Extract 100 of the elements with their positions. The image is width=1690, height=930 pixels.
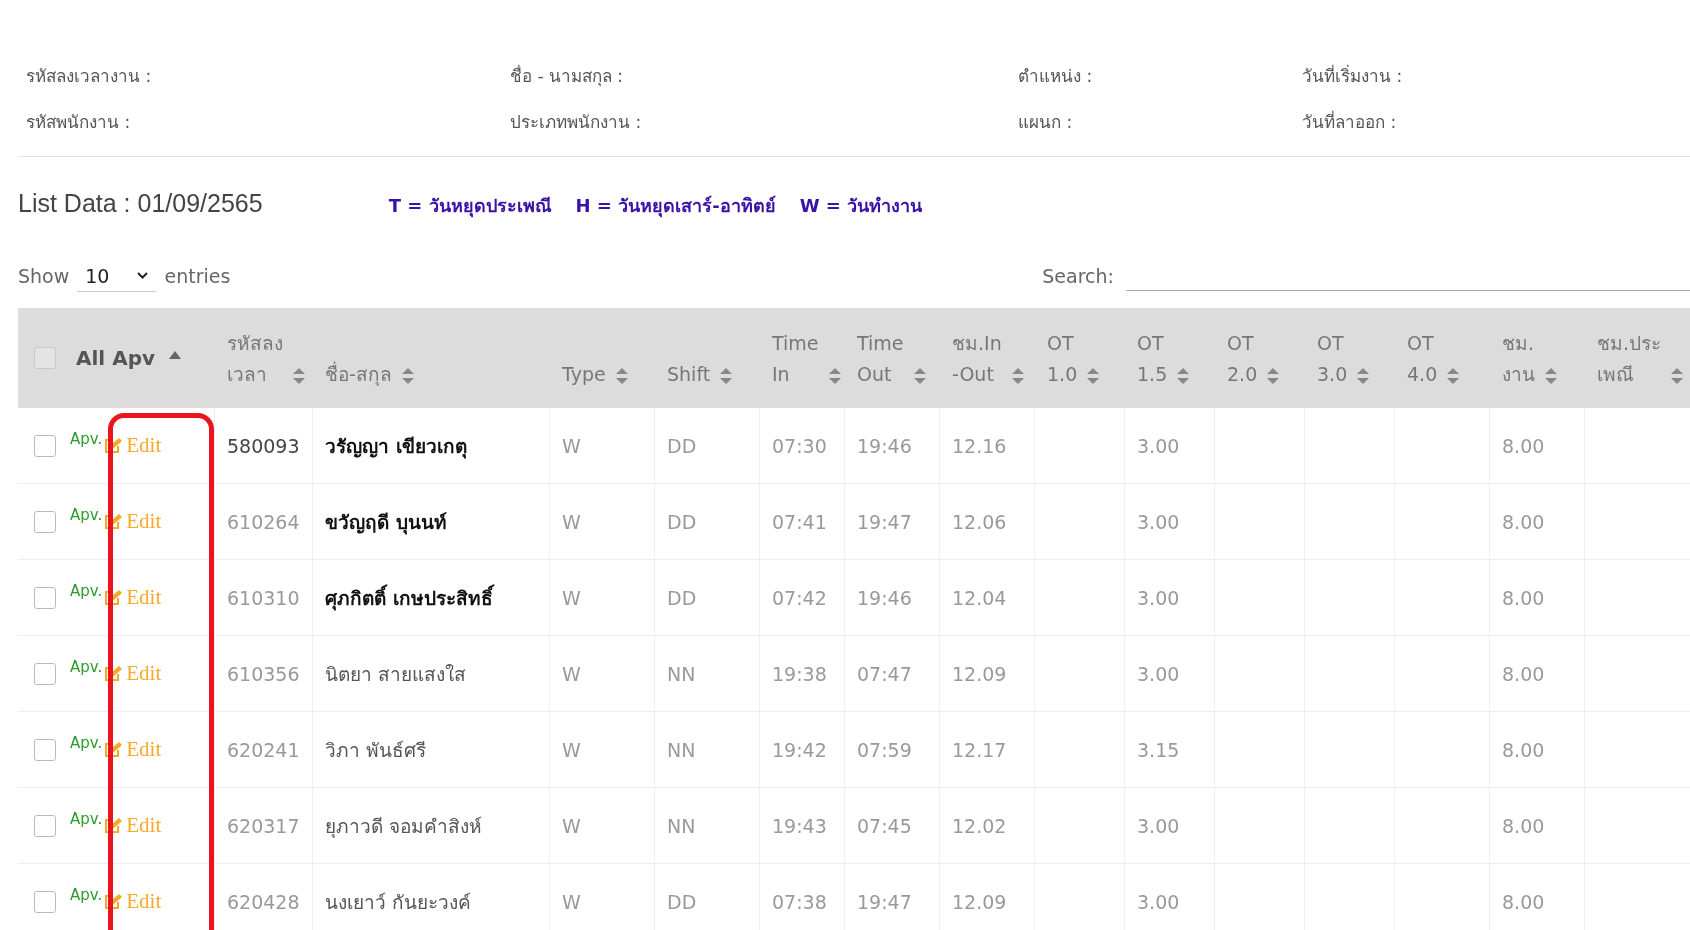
column-header[interactable]: รหัสลง เวลา [227, 328, 283, 390]
column-header[interactable]: OT 4.0 [1407, 328, 1438, 390]
table-cell: 3.00 [1137, 814, 1180, 837]
column-header[interactable]: ชื่อ-สกุล [325, 359, 392, 390]
entries-select[interactable]: 10 [77, 260, 157, 292]
table-cell: 580093 [227, 434, 300, 457]
table-cell: 07:42 [772, 586, 827, 609]
table-cell: 19:38 [772, 662, 827, 685]
info-label: ชื่อ - นามสกุล : [510, 63, 625, 89]
table-cell: W [562, 586, 581, 609]
edit-link[interactable]: Edit [104, 585, 162, 610]
approve-link[interactable]: Apv. [70, 657, 103, 676]
list-title: List Data : 01/09/2565 [18, 189, 263, 218]
table-cell: DD [667, 434, 697, 457]
table-cell: 620241 [227, 738, 300, 761]
info-label: ประเภทพนักงาน : [510, 111, 643, 134]
edit-link[interactable]: Edit [104, 661, 162, 686]
info-label: รหัสพนักงาน : [26, 111, 132, 134]
approve-link[interactable]: Apv. [70, 733, 103, 752]
edit-icon [104, 893, 124, 910]
approve-link[interactable]: Apv. [70, 581, 103, 600]
sort-icon[interactable] [1671, 368, 1684, 384]
edit-link[interactable]: Edit [104, 813, 162, 838]
sort-icon[interactable] [828, 368, 841, 384]
row-checkbox[interactable] [34, 890, 56, 913]
column-header[interactable]: OT 1.0 [1047, 328, 1078, 390]
table-cell: 610310 [227, 586, 300, 609]
sort-ascending-icon[interactable] [169, 351, 181, 359]
info-label: วันที่เริ่มงาน : [1302, 63, 1404, 88]
sort-icon[interactable] [1267, 368, 1280, 384]
approve-link[interactable]: Apv. [70, 505, 103, 524]
table-cell: 12.04 [952, 586, 1007, 609]
row-checkbox[interactable] [34, 510, 56, 533]
table-cell: DD [667, 586, 697, 609]
column-header[interactable]: Shift [667, 359, 711, 390]
table-cell: 19:46 [857, 586, 912, 609]
table-cell: NN [667, 738, 696, 761]
sort-icon[interactable] [293, 368, 305, 384]
table-cell: NN [667, 814, 696, 837]
column-header[interactable]: OT 3.0 [1317, 328, 1348, 390]
table-cell: 8.00 [1502, 814, 1545, 837]
row-checkbox[interactable] [34, 814, 56, 837]
table-cell: NN [667, 662, 696, 685]
sort-icon[interactable] [1087, 368, 1100, 384]
sort-icon[interactable] [1357, 368, 1370, 384]
column-header[interactable]: Time In [772, 328, 819, 390]
table-cell: 8.00 [1502, 890, 1545, 913]
column-header[interactable]: ชม. งาน [1502, 328, 1535, 390]
table-cell: 8.00 [1502, 510, 1545, 533]
column-header[interactable]: Time Out [857, 328, 904, 390]
edit-icon [104, 741, 124, 758]
sort-icon[interactable] [615, 368, 628, 384]
row-checkbox[interactable] [34, 434, 56, 457]
table-cell-text: ยุภาวดี จอมคำสิงห์ [325, 813, 483, 840]
table-cell: 3.00 [1137, 662, 1180, 685]
table-cell: 19:47 [857, 510, 912, 533]
column-header[interactable]: All Apv [76, 342, 155, 374]
table-cell-text: ขวัญฤดี บุนนท์ [325, 509, 447, 537]
edit-icon [104, 665, 124, 682]
table-cell-text: วรัญญา เขียวเกตุ [325, 433, 467, 461]
edit-icon [104, 437, 124, 454]
sort-icon[interactable] [1011, 368, 1024, 384]
table-cell: 07:38 [772, 890, 827, 913]
sort-icon[interactable] [1545, 368, 1557, 384]
column-header[interactable]: OT 2.0 [1227, 328, 1258, 390]
edit-icon [104, 513, 124, 530]
row-checkbox[interactable] [34, 586, 56, 609]
entries-label: entries [164, 265, 231, 287]
approve-link[interactable]: Apv. [70, 809, 103, 828]
table-cell: 8.00 [1502, 662, 1545, 685]
row-checkbox[interactable] [34, 662, 56, 685]
table-cell: 620317 [227, 814, 300, 837]
row-checkbox[interactable] [34, 738, 56, 761]
column-header[interactable]: Type [562, 359, 606, 390]
sort-icon[interactable] [720, 368, 733, 384]
table-cell: W [562, 510, 581, 533]
legend-text: H = วันหยุดเสาร์-อาทิตย์ [575, 194, 776, 220]
table-cell: 07:59 [857, 738, 912, 761]
edit-link[interactable]: Edit [104, 509, 162, 534]
sort-icon[interactable] [1447, 368, 1460, 384]
table-cell: W [562, 434, 581, 457]
sort-icon[interactable] [1177, 368, 1190, 384]
table-cell: DD [667, 890, 697, 913]
edit-link[interactable]: Edit [104, 433, 162, 458]
sort-icon[interactable] [401, 368, 414, 384]
legend-text: W = วันทำงาน [799, 194, 923, 218]
select-all-checkbox[interactable] [34, 347, 56, 369]
table-cell: W [562, 662, 581, 685]
table-cell: 3.00 [1137, 890, 1180, 913]
sort-icon[interactable] [913, 368, 926, 384]
column-header[interactable]: OT 1.5 [1137, 328, 1168, 390]
edit-link[interactable]: Edit [104, 889, 162, 914]
column-header[interactable]: ชม.In -Out [952, 328, 1002, 390]
table-cell-text: วิภา พันธ์ศรี [325, 737, 427, 763]
approve-link[interactable]: Apv. [70, 429, 103, 448]
column-header[interactable]: ชม.ประ เพณี [1597, 328, 1662, 390]
table-cell-text: นิตยา สายแสงใส [325, 661, 467, 687]
approve-link[interactable]: Apv. [70, 885, 103, 904]
table-cell: 620428 [227, 890, 300, 913]
edit-link[interactable]: Edit [104, 737, 162, 762]
